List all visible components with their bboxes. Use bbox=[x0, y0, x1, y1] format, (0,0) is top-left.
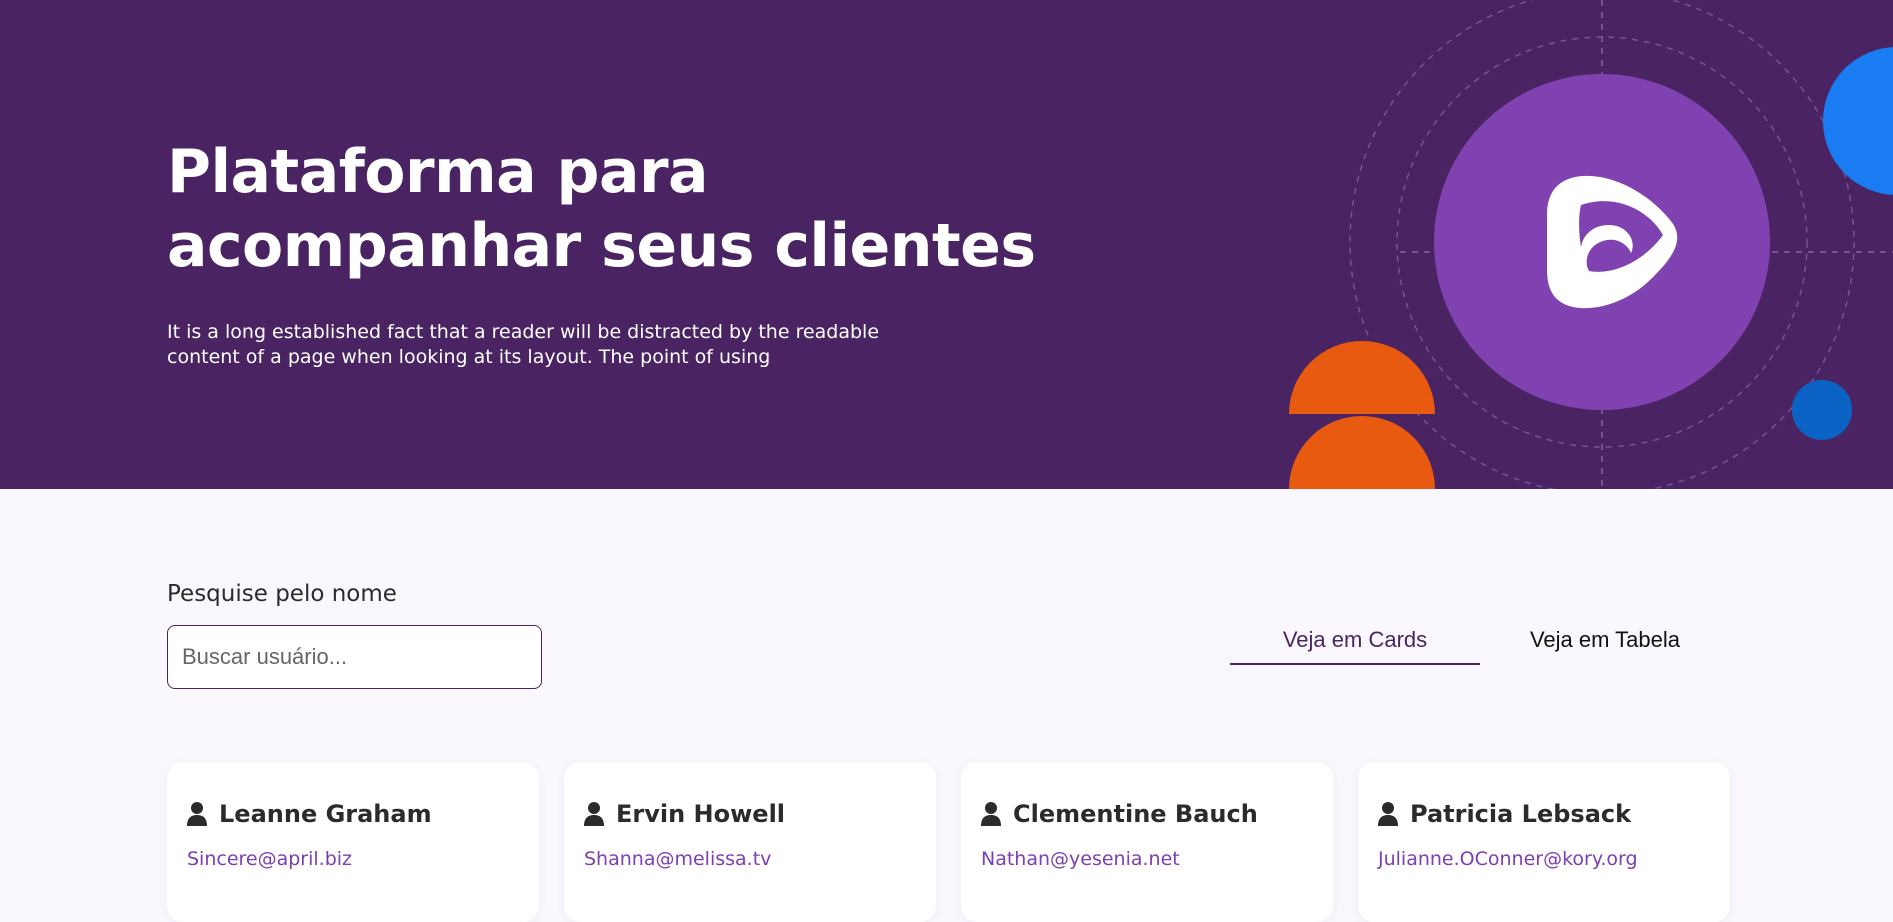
card-header: Leanne Graham bbox=[187, 800, 519, 828]
tab-cards[interactable]: Veja em Cards bbox=[1230, 623, 1480, 665]
card-header: Clementine Bauch bbox=[981, 800, 1313, 828]
hero-title: Plataforma para acompanhar seus clientes bbox=[167, 135, 1067, 283]
user-name: Leanne Graham bbox=[219, 800, 432, 828]
user-name: Clementine Bauch bbox=[1013, 800, 1258, 828]
user-email[interactable]: Julianne.OConner@kory.org bbox=[1378, 848, 1710, 870]
hero-subtitle: It is a long established fact that a rea… bbox=[167, 321, 880, 368]
hero-banner: Plataforma para acompanhar seus clientes… bbox=[0, 0, 1893, 489]
hero-title-line2: acompanhar seus clientes bbox=[167, 211, 1036, 281]
main-content: Pesquise pelo nome Veja em Cards Veja em… bbox=[0, 489, 1893, 922]
user-email[interactable]: Nathan@yesenia.net bbox=[981, 848, 1313, 870]
card-header: Patricia Lebsack bbox=[1378, 800, 1710, 828]
user-name: Ervin Howell bbox=[616, 800, 786, 828]
hero-title-line1: Plataforma para bbox=[167, 137, 709, 207]
search-label: Pesquise pelo nome bbox=[167, 581, 397, 607]
user-icon bbox=[981, 802, 1001, 826]
search-input[interactable] bbox=[167, 625, 542, 689]
user-card[interactable]: Clementine Bauch Nathan@yesenia.net bbox=[961, 762, 1333, 922]
user-card[interactable]: Leanne Graham Sincere@april.biz bbox=[167, 762, 539, 922]
user-card[interactable]: Ervin Howell Shanna@melissa.tv bbox=[564, 762, 936, 922]
card-header: Ervin Howell bbox=[584, 800, 916, 828]
user-card[interactable]: Patricia Lebsack Julianne.OConner@kory.o… bbox=[1358, 762, 1730, 922]
user-icon bbox=[584, 802, 604, 826]
user-icon bbox=[187, 802, 207, 826]
user-icon bbox=[1378, 802, 1398, 826]
user-email[interactable]: Shanna@melissa.tv bbox=[584, 848, 916, 870]
user-cards: Leanne Graham Sincere@april.biz Ervin Ho… bbox=[167, 762, 1730, 922]
tab-table[interactable]: Veja em Tabela bbox=[1480, 623, 1730, 665]
user-name: Patricia Lebsack bbox=[1410, 800, 1632, 828]
user-email[interactable]: Sincere@april.biz bbox=[187, 848, 519, 870]
view-toggle: Veja em Cards Veja em Tabela bbox=[1230, 623, 1730, 667]
